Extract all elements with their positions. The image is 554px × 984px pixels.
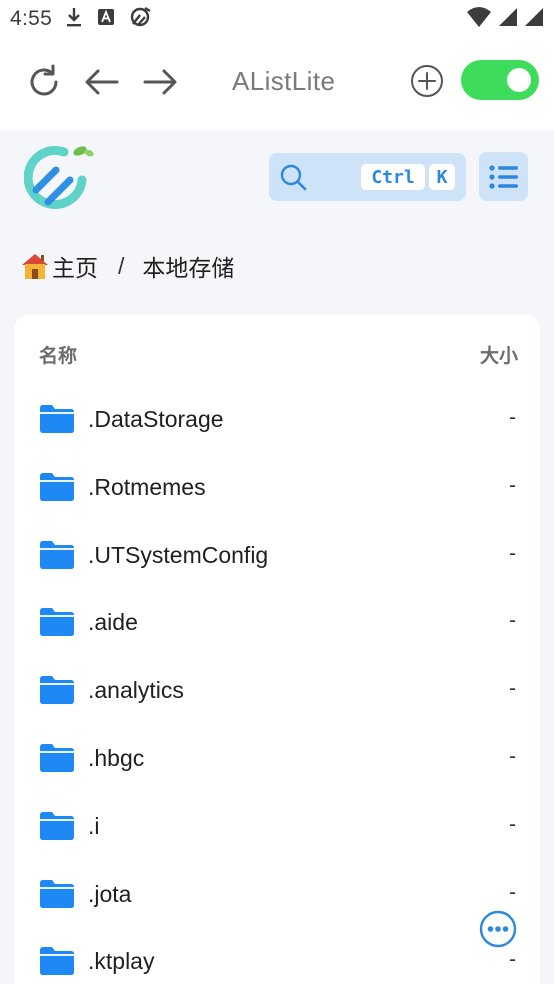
file-row[interactable]: .i - xyxy=(14,793,540,861)
status-left: 4:55 xyxy=(10,5,152,34)
folder-icon xyxy=(40,472,74,501)
file-row[interactable]: .analytics - xyxy=(14,657,540,725)
file-size: - xyxy=(509,744,516,768)
folder-icon xyxy=(40,879,74,908)
file-size: - xyxy=(509,609,516,633)
house-icon xyxy=(22,254,48,279)
file-size: - xyxy=(509,406,516,429)
search-icon xyxy=(280,164,307,191)
list-header: 名称 大小 xyxy=(14,337,540,367)
shortcut-k-key: K xyxy=(429,164,455,190)
status-time: 4:55 xyxy=(10,7,53,30)
file-name: .Rotmemes xyxy=(88,473,206,500)
folder-icon xyxy=(40,811,74,840)
folder-icon xyxy=(40,608,74,637)
file-row[interactable]: .Rotmemes - xyxy=(14,454,540,522)
file-size: - xyxy=(509,541,516,565)
file-name: .jota xyxy=(88,880,132,907)
file-name: .analytics xyxy=(88,677,184,704)
status-right xyxy=(466,6,544,33)
service-toggle[interactable] xyxy=(461,60,539,100)
breadcrumb-home-label: 主页 xyxy=(52,255,98,281)
signal-icon xyxy=(498,6,518,33)
plus-circle-icon xyxy=(411,65,443,97)
file-row[interactable]: .jota - xyxy=(14,861,540,929)
shortcut-ctrl-key: Ctrl xyxy=(361,164,425,190)
file-size: - xyxy=(509,473,516,497)
app-title: AListLite xyxy=(232,66,336,96)
alist-logo[interactable] xyxy=(23,142,96,214)
column-header-name[interactable]: 名称 xyxy=(39,341,77,368)
file-row[interactable]: .DataStorage - xyxy=(14,386,540,454)
refresh-button[interactable] xyxy=(22,60,66,104)
folder-icon xyxy=(40,947,74,976)
file-name: .UTSystemConfig xyxy=(88,541,269,568)
arrow-left-icon xyxy=(85,69,119,95)
file-name: .DataStorage xyxy=(88,406,224,432)
file-name: .hbgc xyxy=(88,744,145,771)
list-view-icon xyxy=(488,164,518,189)
status-bar: 4:55 xyxy=(0,0,554,38)
file-row[interactable]: .hbgc - xyxy=(14,725,540,793)
breadcrumb-separator: / xyxy=(118,252,125,279)
breadcrumb: 主页 / 本地存储 xyxy=(20,248,234,284)
search-button[interactable]: Ctrl K xyxy=(269,153,466,201)
add-button[interactable] xyxy=(408,62,446,100)
file-size: - xyxy=(509,812,516,836)
more-horizontal-icon xyxy=(479,910,517,948)
more-actions-button[interactable] xyxy=(479,910,517,948)
file-rows: .DataStorage - .Rotmemes - .UTSystemConfig -.… xyxy=(14,386,540,984)
arrow-right-icon xyxy=(143,69,177,95)
file-row[interactable]: .UTSystemConfig - xyxy=(14,522,540,590)
file-size: - xyxy=(509,948,516,972)
column-header-size[interactable]: 大小 xyxy=(480,341,518,368)
breadcrumb-home[interactable]: 主页 xyxy=(20,249,98,283)
app-swirl-icon xyxy=(128,5,152,34)
refresh-icon xyxy=(30,64,58,96)
folder-icon xyxy=(40,676,74,705)
wifi-icon xyxy=(466,6,492,33)
alist-logo-icon xyxy=(23,146,94,209)
signal-icon-2 xyxy=(524,6,544,33)
download-icon xyxy=(64,6,84,33)
file-name: .i xyxy=(88,812,100,839)
file-row[interactable]: .aide - xyxy=(14,589,540,657)
app-a-icon xyxy=(96,7,116,32)
toggle-knob xyxy=(507,68,531,92)
folder-icon xyxy=(40,540,74,569)
folder-icon xyxy=(40,743,74,772)
file-size: - xyxy=(509,677,516,701)
app-bar: AListLite xyxy=(0,38,554,130)
page-content: Ctrl K 主页 / 本地存储 名称 大小 .DataStorage - .R… xyxy=(0,130,554,984)
file-row[interactable]: .ktplay - xyxy=(14,928,540,984)
back-button[interactable] xyxy=(80,60,124,104)
breadcrumb-current[interactable]: 本地存储 xyxy=(142,249,234,283)
file-list: 名称 大小 .DataStorage - .Rotmemes - .UTSystemCo… xyxy=(14,315,540,984)
folder-icon xyxy=(40,405,74,433)
file-name: .ktplay xyxy=(88,948,155,975)
file-name: .aide xyxy=(88,609,138,636)
file-size: - xyxy=(509,880,516,904)
forward-button[interactable] xyxy=(138,60,182,104)
layout-list-button[interactable] xyxy=(479,152,528,201)
